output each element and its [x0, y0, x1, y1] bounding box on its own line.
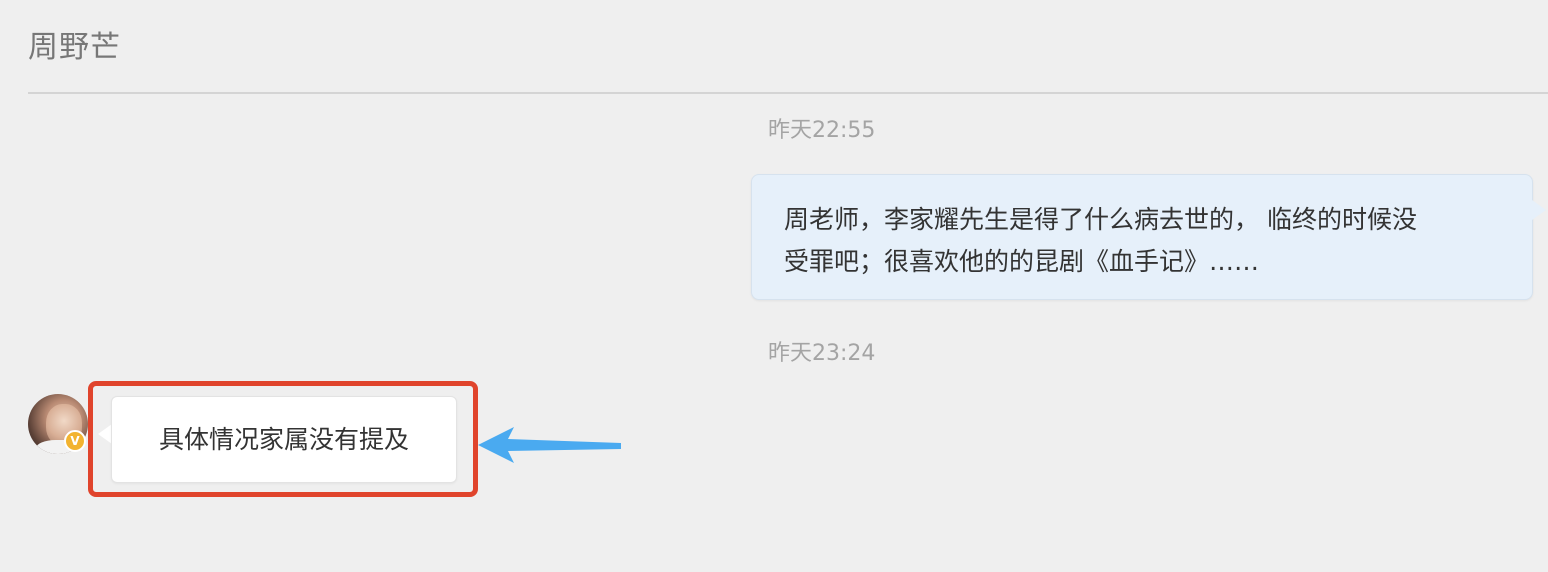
header-divider [28, 92, 1548, 94]
bubble-tail [1532, 200, 1546, 220]
verified-badge-icon: V [64, 430, 86, 452]
annotation-highlight-box [88, 381, 478, 497]
outgoing-message-bubble[interactable]: 周老师，李家耀先生是得了什么病去世的， 临终的时候没 受罪吧；很喜欢他的的昆剧《… [751, 174, 1533, 300]
message-timestamp: 昨天22:55 [768, 118, 876, 143]
annotation-arrow-icon [478, 427, 621, 463]
message-timestamp: 昨天23:24 [768, 341, 876, 366]
message-text-line: 周老师，李家耀先生是得了什么病去世的， 临终的时候没 [784, 205, 1417, 234]
message-text-line: 受罪吧；很喜欢他的的昆剧《血手记》…… [784, 247, 1260, 276]
chat-window: 周野芒 昨天22:55 周老师，李家耀先生是得了什么病去世的， 临终的时候没 受… [0, 0, 1548, 572]
contact-name-title: 周野芒 [28, 30, 121, 65]
